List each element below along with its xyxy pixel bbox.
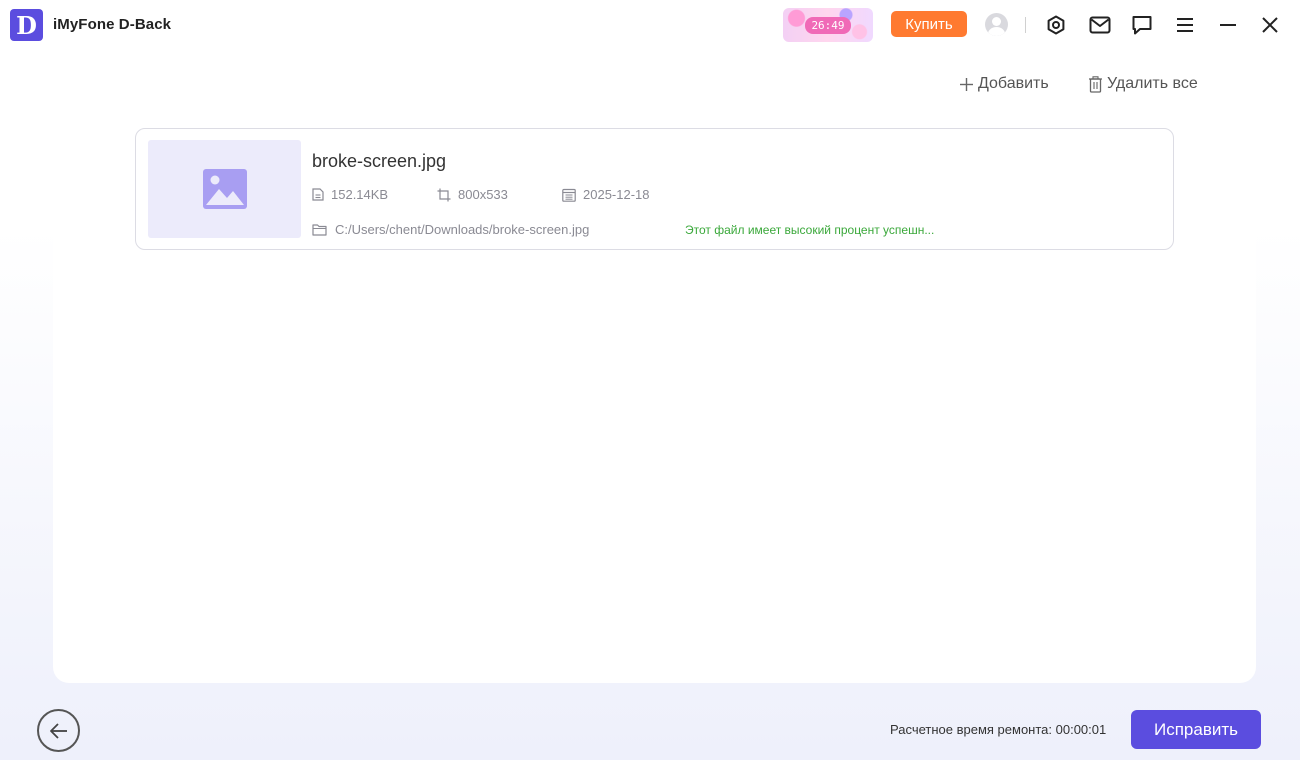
arrow-left-icon [49,722,67,739]
app-logo: D [10,9,43,41]
minimize-icon[interactable] [1216,13,1240,37]
repair-time-estimate: Расчетное время ремонта: 00:00:01 [890,722,1107,737]
file-thumbnail [148,140,301,238]
mail-icon[interactable] [1088,13,1112,37]
close-icon[interactable] [1258,13,1282,37]
avatar[interactable] [985,13,1008,36]
file-path-value: C:/Users/chent/Downloads/broke-screen.jp… [335,222,590,237]
settings-icon[interactable] [1044,13,1068,37]
file-dimensions-value: 800x533 [458,187,508,202]
file-size: 152.14KB [312,187,388,202]
file-name: broke-screen.jpg [312,151,447,171]
title-bar: D iMyFone D-Back 26:49 Купить [0,0,1300,50]
menu-icon[interactable] [1173,13,1197,37]
repair-button[interactable]: Исправить [1131,710,1261,749]
file-size-value: 152.14KB [331,187,389,202]
file-date: 2025-12-18 [562,187,650,202]
back-button[interactable] [37,709,80,752]
app-title: iMyFone D-Back [53,16,172,33]
file-size-icon [312,188,324,201]
add-label: Добавить [978,75,1049,92]
file-status: Этот файл имеет высокий процент успешн..… [685,223,935,237]
promo-timer: 26:49 [805,16,851,34]
crop-icon [437,188,451,201]
buy-button[interactable]: Купить [891,11,967,37]
header-divider [1025,17,1026,33]
file-date-value: 2025-12-18 [583,187,650,202]
feedback-icon[interactable] [1130,13,1154,37]
delete-all-label: Удалить все [1107,75,1198,92]
calendar-icon [562,188,576,202]
file-path: C:/Users/chent/Downloads/broke-screen.jp… [312,222,589,237]
folder-icon [312,224,327,236]
image-icon [202,169,247,209]
trash-icon [1089,75,1102,93]
file-dimensions: 800x533 [437,187,508,202]
file-card[interactable]: broke-screen.jpg 152.14KB 800x533 2025-1… [135,128,1174,250]
delete-all-button[interactable]: Удалить все [1088,74,1198,94]
promo-badge[interactable]: 26:49 [783,8,873,42]
plus-icon [960,77,973,91]
add-button[interactable]: Добавить [959,74,1049,94]
